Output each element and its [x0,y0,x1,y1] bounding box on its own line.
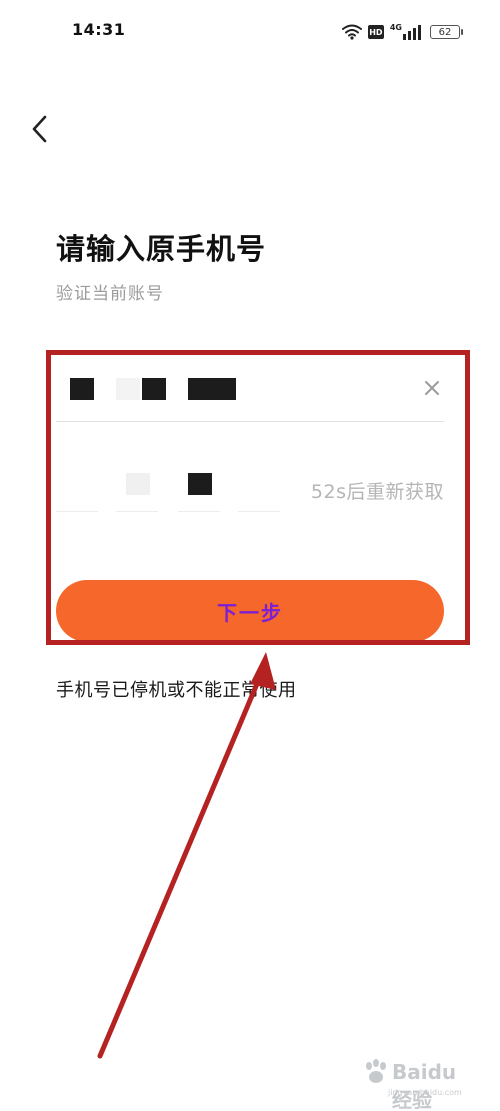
redacted-digits [116,378,140,400]
watermark-site: jingyan.baidu.com [388,1088,462,1097]
phone-number-input[interactable] [56,356,444,422]
network-type-label: 4G [389,22,402,32]
next-step-button[interactable]: 下一步 [56,580,444,642]
annotation-arrow [97,652,276,1059]
code-digit-cell[interactable] [238,456,280,512]
code-digit-cell[interactable] [178,456,220,512]
watermark-brand: Baidu 经验 [392,1060,457,1111]
verification-code-input[interactable]: 52s后重新获取 [56,456,444,516]
hd-icon: HD [367,25,384,39]
battery-icon: 62 [430,25,463,39]
close-icon [425,381,439,395]
signal-icon [403,25,421,40]
battery-level: 62 [438,26,452,38]
login-verify-screen: 14:31 HD 4G 62 请输入原手机号 验证当前账号 52s后重新获取 下… [0,0,500,1111]
redacted-digits [142,378,166,400]
resend-code-countdown: 52s后重新获取 [310,481,444,503]
clear-input-button[interactable] [420,376,444,400]
status-bar: 14:31 HD 4G 62 [0,0,500,64]
status-time: 14:31 [72,20,126,39]
status-icons: HD 4G 62 [341,22,463,42]
phone-unavailable-link[interactable]: 手机号已停机或不能正常使用 [56,676,297,702]
redacted-digits [70,378,94,400]
wifi-icon [341,24,362,40]
page-subtitle: 验证当前账号 [56,284,164,304]
chevron-left-icon [32,115,47,143]
redacted-digits [188,378,236,400]
watermark: Baidu 经验 jingyan.baidu.com [362,1056,482,1111]
back-button[interactable] [22,110,56,148]
code-digit-cell[interactable] [56,456,98,512]
code-digit-cell[interactable] [116,456,158,512]
redacted-digits [126,473,150,495]
redacted-digits [188,473,212,495]
paw-logo-icon [366,1059,386,1083]
page-title: 请输入原手机号 [56,232,267,266]
